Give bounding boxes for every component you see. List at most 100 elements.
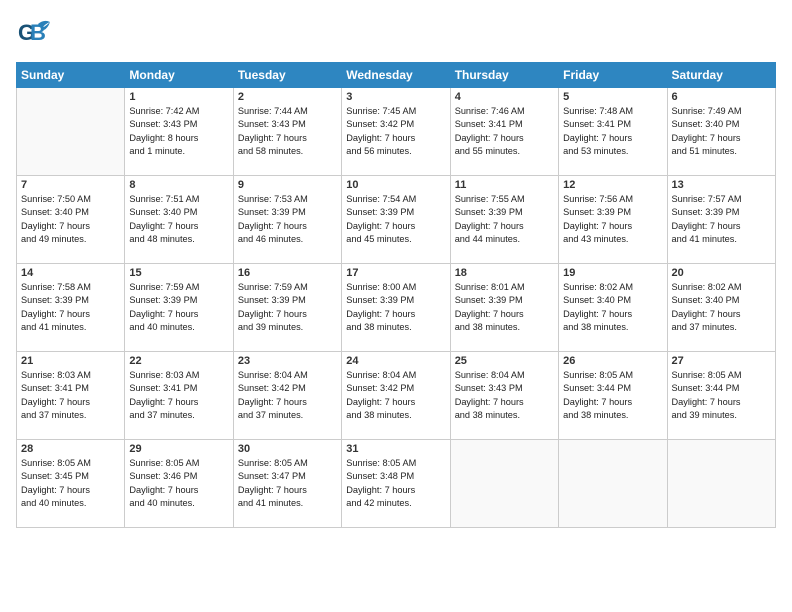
calendar-day-cell: 18Sunrise: 8:01 AM Sunset: 3:39 PM Dayli… [450, 264, 558, 352]
day-number: 5 [563, 91, 662, 103]
day-number: 18 [455, 267, 554, 279]
logo: G B [16, 16, 58, 54]
day-info: Sunrise: 7:58 AM Sunset: 3:39 PM Dayligh… [21, 281, 120, 334]
calendar-week-row: 28 Sunrise: 8:05 AM Sunset: 3:45 PM Dayli… [17, 440, 776, 528]
page-container: G B Sunday Monday Tuesday Wednesday Th [0, 0, 792, 612]
day-info: Sunrise: 7:49 AM Sunset: 3:40 PM Dayligh… [672, 105, 771, 158]
calendar-day-cell: 15 Sunrise: 7:59 AM Sunset: 3:39 PM Dayli… [125, 264, 233, 352]
calendar-week-row: 7Sunrise: 7:50 AM Sunset: 3:40 PM Daylig… [17, 176, 776, 264]
day-info: Sunrise: 7:55 AM Sunset: 3:39 PM Dayligh… [455, 193, 554, 246]
calendar-day-cell: 23Sunrise: 8:04 AM Sunset: 3:42 PM Dayli… [233, 352, 341, 440]
day-number: 30 [238, 443, 337, 455]
calendar-day-cell: 8 Sunrise: 7:51 AM Sunset: 3:40 PM Daylig… [125, 176, 233, 264]
day-number: 4 [455, 91, 554, 103]
calendar-day-cell: 25 Sunrise: 8:04 AM Sunset: 3:43 PM Dayli… [450, 352, 558, 440]
calendar-day-cell [559, 440, 667, 528]
day-number: 12 [563, 179, 662, 191]
calendar-day-cell [17, 88, 125, 176]
calendar-day-cell: 6 Sunrise: 7:49 AM Sunset: 3:40 PM Daylig… [667, 88, 775, 176]
col-sunday: Sunday [17, 63, 125, 88]
day-number: 13 [672, 179, 771, 191]
day-info: Sunrise: 7:59 AM Sunset: 3:39 PM Dayligh… [238, 281, 337, 334]
day-info: Sunrise: 7:48 AM Sunset: 3:41 PM Dayligh… [563, 105, 662, 158]
day-number: 9 [238, 179, 337, 191]
day-info: Sunrise: 7:45 AM Sunset: 3:42 PM Dayligh… [346, 105, 445, 158]
day-number: 8 [129, 179, 228, 191]
day-number: 25 [455, 355, 554, 367]
day-number: 11 [455, 179, 554, 191]
calendar-day-cell: 20 Sunrise: 8:02 AM Sunset: 3:40 PM Dayli… [667, 264, 775, 352]
day-info: Sunrise: 7:42 AM Sunset: 3:43 PM Dayligh… [129, 105, 228, 158]
day-info: Sunrise: 8:05 AM Sunset: 3:46 PM Dayligh… [129, 457, 228, 510]
col-friday: Friday [559, 63, 667, 88]
day-number: 20 [672, 267, 771, 279]
calendar-week-row: 21 Sunrise: 8:03 AM Sunset: 3:41 PM Dayli… [17, 352, 776, 440]
day-number: 19 [563, 267, 662, 279]
calendar-day-cell: 21 Sunrise: 8:03 AM Sunset: 3:41 PM Dayli… [17, 352, 125, 440]
day-number: 21 [21, 355, 120, 367]
day-info: Sunrise: 8:03 AM Sunset: 3:41 PM Dayligh… [129, 369, 228, 422]
page-header: G B [16, 16, 776, 54]
day-info: Sunrise: 7:53 AM Sunset: 3:39 PM Dayligh… [238, 193, 337, 246]
calendar-day-cell: 10 Sunrise: 7:54 AM Sunset: 3:39 PM Dayli… [342, 176, 450, 264]
day-info: Sunrise: 7:46 AM Sunset: 3:41 PM Dayligh… [455, 105, 554, 158]
day-info: Sunrise: 8:04 AM Sunset: 3:42 PM Dayligh… [346, 369, 445, 422]
day-info: Sunrise: 7:59 AM Sunset: 3:39 PM Dayligh… [129, 281, 228, 334]
day-info: Sunrise: 8:05 AM Sunset: 3:47 PM Dayligh… [238, 457, 337, 510]
calendar-day-cell: 14 Sunrise: 7:58 AM Sunset: 3:39 PM Dayli… [17, 264, 125, 352]
day-info: Sunrise: 8:00 AM Sunset: 3:39 PM Dayligh… [346, 281, 445, 334]
calendar-day-cell: 7Sunrise: 7:50 AM Sunset: 3:40 PM Daylig… [17, 176, 125, 264]
day-number: 1 [129, 91, 228, 103]
day-info: Sunrise: 8:03 AM Sunset: 3:41 PM Dayligh… [21, 369, 120, 422]
col-monday: Monday [125, 63, 233, 88]
day-number: 23 [238, 355, 337, 367]
col-tuesday: Tuesday [233, 63, 341, 88]
day-number: 15 [129, 267, 228, 279]
calendar-day-cell: 19Sunrise: 8:02 AM Sunset: 3:40 PM Dayli… [559, 264, 667, 352]
calendar-day-cell: 5 Sunrise: 7:48 AM Sunset: 3:41 PM Daylig… [559, 88, 667, 176]
calendar-day-cell: 11 Sunrise: 7:55 AM Sunset: 3:39 PM Dayli… [450, 176, 558, 264]
calendar-table: Sunday Monday Tuesday Wednesday Thursday… [16, 62, 776, 528]
calendar-header-row: Sunday Monday Tuesday Wednesday Thursday… [17, 63, 776, 88]
calendar-week-row: 14 Sunrise: 7:58 AM Sunset: 3:39 PM Dayli… [17, 264, 776, 352]
day-number: 14 [21, 267, 120, 279]
day-number: 3 [346, 91, 445, 103]
col-wednesday: Wednesday [342, 63, 450, 88]
day-info: Sunrise: 8:05 AM Sunset: 3:44 PM Dayligh… [672, 369, 771, 422]
day-number: 6 [672, 91, 771, 103]
day-info: Sunrise: 8:02 AM Sunset: 3:40 PM Dayligh… [672, 281, 771, 334]
calendar-day-cell: 3 Sunrise: 7:45 AM Sunset: 3:42 PM Daylig… [342, 88, 450, 176]
day-info: Sunrise: 8:04 AM Sunset: 3:43 PM Dayligh… [455, 369, 554, 422]
day-info: Sunrise: 7:51 AM Sunset: 3:40 PM Dayligh… [129, 193, 228, 246]
day-info: Sunrise: 7:44 AM Sunset: 3:43 PM Dayligh… [238, 105, 337, 158]
day-number: 2 [238, 91, 337, 103]
calendar-day-cell: 16Sunrise: 7:59 AM Sunset: 3:39 PM Dayli… [233, 264, 341, 352]
calendar-day-cell: 28 Sunrise: 8:05 AM Sunset: 3:45 PM Dayli… [17, 440, 125, 528]
calendar-day-cell [450, 440, 558, 528]
calendar-day-cell: 26 Sunrise: 8:05 AM Sunset: 3:44 PM Dayli… [559, 352, 667, 440]
calendar-day-cell: 29 Sunrise: 8:05 AM Sunset: 3:46 PM Dayli… [125, 440, 233, 528]
logo-icon: G B [16, 16, 54, 54]
calendar-day-cell: 12Sunrise: 7:56 AM Sunset: 3:39 PM Dayli… [559, 176, 667, 264]
calendar-day-cell: 2 Sunrise: 7:44 AM Sunset: 3:43 PM Daylig… [233, 88, 341, 176]
day-number: 26 [563, 355, 662, 367]
calendar-day-cell: 9 Sunrise: 7:53 AM Sunset: 3:39 PM Daylig… [233, 176, 341, 264]
calendar-week-row: 1 Sunrise: 7:42 AM Sunset: 3:43 PM Daylig… [17, 88, 776, 176]
calendar-day-cell [667, 440, 775, 528]
day-number: 17 [346, 267, 445, 279]
day-number: 28 [21, 443, 120, 455]
day-number: 7 [21, 179, 120, 191]
calendar-day-cell: 27Sunrise: 8:05 AM Sunset: 3:44 PM Dayli… [667, 352, 775, 440]
calendar-day-cell: 22Sunrise: 8:03 AM Sunset: 3:41 PM Dayli… [125, 352, 233, 440]
day-info: Sunrise: 8:05 AM Sunset: 3:45 PM Dayligh… [21, 457, 120, 510]
day-info: Sunrise: 8:05 AM Sunset: 3:48 PM Dayligh… [346, 457, 445, 510]
day-number: 10 [346, 179, 445, 191]
calendar-day-cell: 1 Sunrise: 7:42 AM Sunset: 3:43 PM Daylig… [125, 88, 233, 176]
col-saturday: Saturday [667, 63, 775, 88]
day-info: Sunrise: 7:54 AM Sunset: 3:39 PM Dayligh… [346, 193, 445, 246]
calendar-day-cell: 17 Sunrise: 8:00 AM Sunset: 3:39 PM Dayli… [342, 264, 450, 352]
day-number: 29 [129, 443, 228, 455]
calendar-day-cell: 13Sunrise: 7:57 AM Sunset: 3:39 PM Dayli… [667, 176, 775, 264]
calendar-day-cell: 31Sunrise: 8:05 AM Sunset: 3:48 PM Dayli… [342, 440, 450, 528]
day-info: Sunrise: 8:05 AM Sunset: 3:44 PM Dayligh… [563, 369, 662, 422]
